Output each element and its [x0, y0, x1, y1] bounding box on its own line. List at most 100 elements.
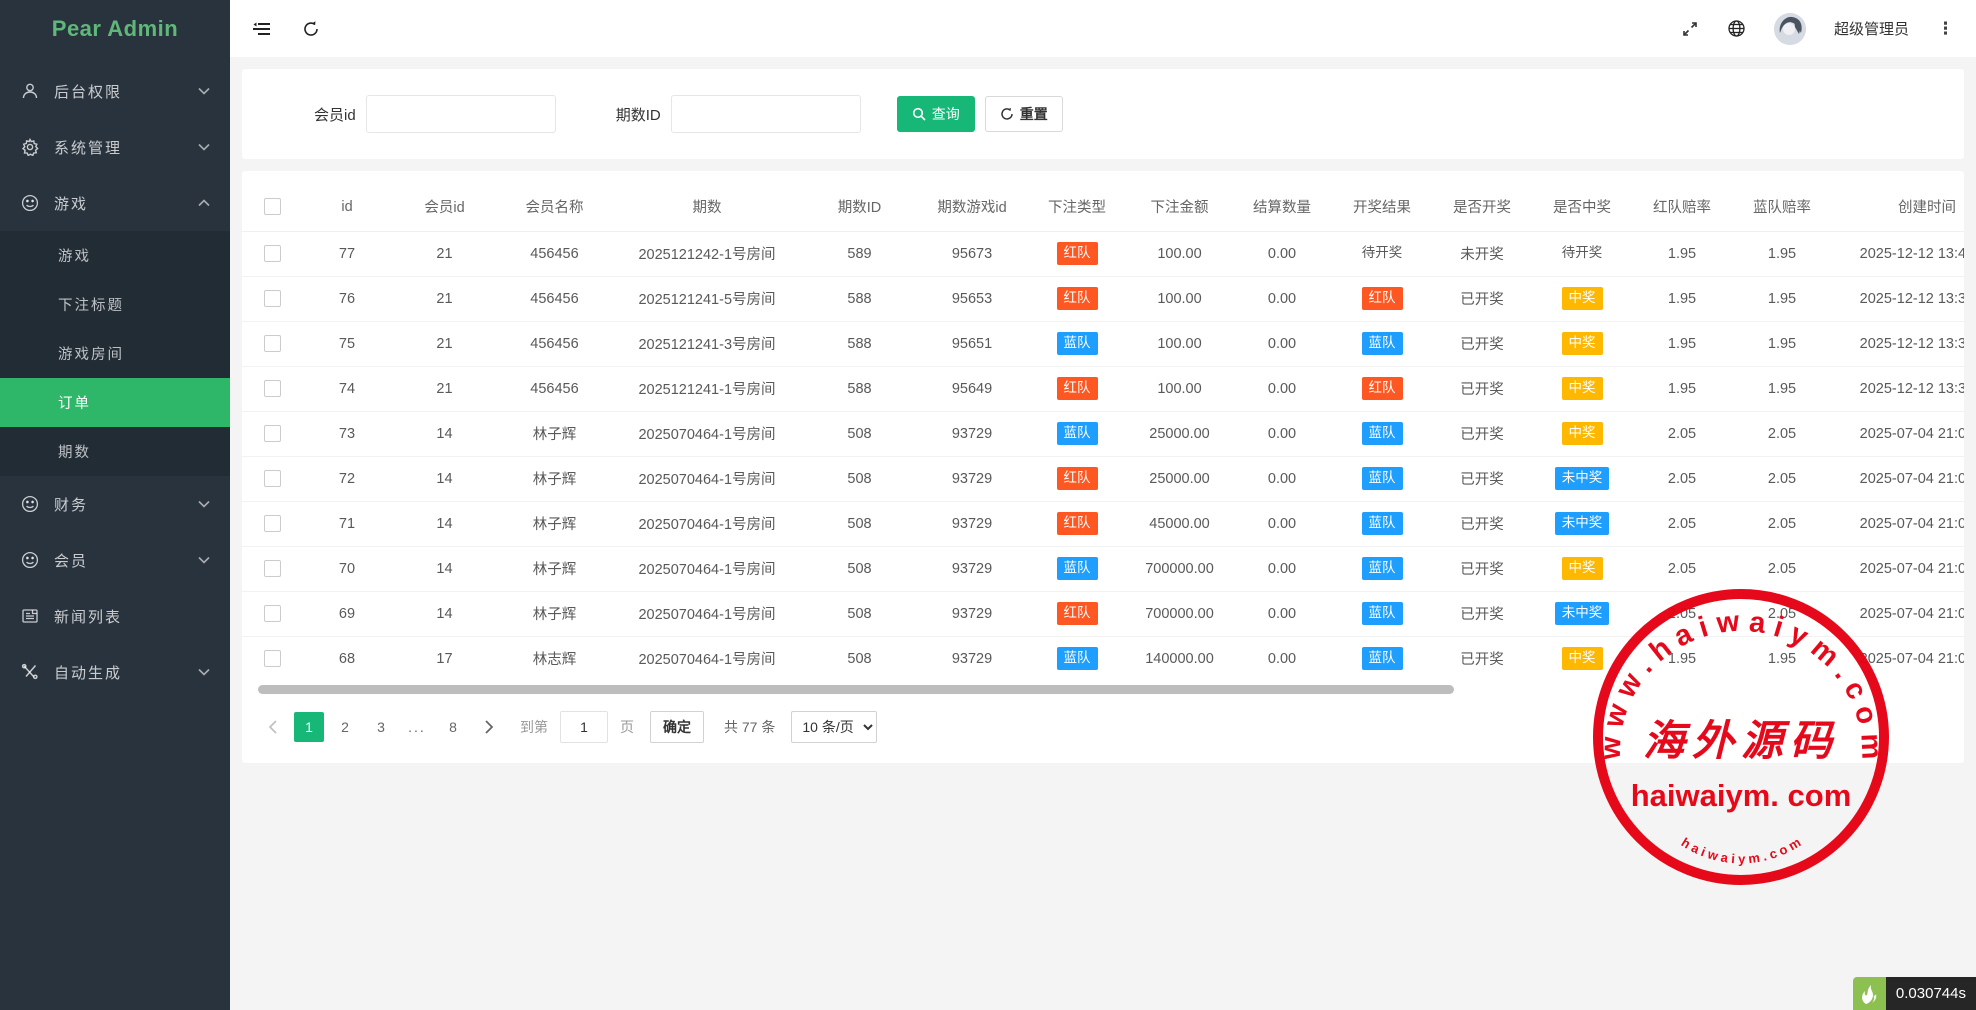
- cell-member-name: 456456: [497, 366, 612, 411]
- cell-period-game-id: 93729: [917, 636, 1027, 681]
- chevron-up-icon: [198, 199, 210, 207]
- cell-member-name: 林子辉: [497, 591, 612, 636]
- more-menu-icon[interactable]: ⋮: [1937, 20, 1954, 37]
- sidebar-item-6[interactable]: 自动生成: [0, 644, 230, 700]
- row-checkbox[interactable]: [264, 650, 281, 667]
- sidebar-subitem-0[interactable]: 游戏: [0, 231, 230, 280]
- language-globe-icon[interactable]: [1727, 19, 1746, 38]
- sidebar-item-0[interactable]: 后台权限: [0, 63, 230, 119]
- row-checkbox[interactable]: [264, 380, 281, 397]
- cell-settle-qty: 0.00: [1232, 411, 1332, 456]
- cell-bet-amount: 140000.00: [1127, 636, 1232, 681]
- win-status-badge: 中奖: [1562, 557, 1603, 580]
- select-all-checkbox[interactable]: [264, 198, 281, 215]
- refresh-icon[interactable]: [302, 20, 320, 38]
- cell-red-odds: 2.05: [1632, 591, 1732, 636]
- cell-id: 77: [302, 231, 392, 276]
- page-button-3[interactable]: 3: [366, 712, 396, 742]
- result-badge: 红队: [1362, 377, 1403, 400]
- cell-id: 73: [302, 411, 392, 456]
- horizontal-scrollbar-thumb[interactable]: [258, 685, 1454, 694]
- table-row: 6914林子辉2025070464-1号房间50893729红队700000.0…: [242, 591, 1964, 636]
- bet-type-badge: 红队: [1057, 287, 1098, 310]
- cell-member-id: 17: [392, 636, 497, 681]
- prev-page-button[interactable]: [258, 712, 288, 742]
- reset-button[interactable]: 重置: [985, 96, 1063, 132]
- row-checkbox[interactable]: [264, 290, 281, 307]
- cell-draw-status: 已开奖: [1432, 321, 1532, 366]
- app-logo: Pear Admin: [0, 0, 230, 57]
- win-status-badge: 中奖: [1562, 422, 1603, 445]
- cell-bet-amount: 25000.00: [1127, 456, 1232, 501]
- cell-created-at: 2025-12-12 13:31:08: [1832, 276, 1964, 321]
- sidebar-subitem-4[interactable]: 期数: [0, 427, 230, 476]
- column-header: 下注金额: [1127, 183, 1232, 231]
- win-status-badge: 中奖: [1562, 647, 1603, 670]
- result-badge: 蓝队: [1362, 557, 1403, 580]
- cell-period-game-id: 95649: [917, 366, 1027, 411]
- sidebar-item-5[interactable]: 新闻列表: [0, 588, 230, 644]
- fullscreen-icon[interactable]: [1681, 20, 1699, 38]
- column-header: 会员名称: [497, 183, 612, 231]
- row-checkbox[interactable]: [264, 560, 281, 577]
- win-status-badge: 中奖: [1562, 332, 1603, 355]
- sidebar-submenu: 游戏下注标题游戏房间订单期数: [0, 231, 230, 476]
- sidebar-item-1[interactable]: 系统管理: [0, 119, 230, 175]
- cell-bet-amount: 100.00: [1127, 366, 1232, 411]
- goto-page-input[interactable]: [560, 711, 608, 743]
- page-button-2[interactable]: 2: [330, 712, 360, 742]
- goto-page-label: 到第: [520, 717, 548, 737]
- cell-id: 74: [302, 366, 392, 411]
- chevron-down-icon: [198, 143, 210, 151]
- cell-bet-amount: 45000.00: [1127, 501, 1232, 546]
- cell-red-odds: 2.05: [1632, 546, 1732, 591]
- row-checkbox[interactable]: [264, 335, 281, 352]
- column-header: id: [302, 183, 392, 231]
- cell-member-name: 456456: [497, 321, 612, 366]
- member-id-input[interactable]: [366, 95, 556, 133]
- sidebar-item-3[interactable]: 财务: [0, 476, 230, 532]
- sidebar-subitem-3[interactable]: 订单: [0, 378, 230, 427]
- cell-member-name: 456456: [497, 276, 612, 321]
- cell-created-at: 2025-07-04 21:09:17: [1832, 456, 1964, 501]
- cell-blue-odds: 2.05: [1732, 501, 1832, 546]
- row-checkbox[interactable]: [264, 605, 281, 622]
- sidebar-item-4[interactable]: 会员: [0, 532, 230, 588]
- win-status-badge: 未中奖: [1555, 467, 1610, 490]
- cell-member-name: 456456: [497, 231, 612, 276]
- next-page-button[interactable]: [474, 712, 504, 742]
- row-checkbox[interactable]: [264, 470, 281, 487]
- sidebar-subitem-2[interactable]: 游戏房间: [0, 329, 230, 378]
- cell-period: 2025070464-1号房间: [612, 411, 802, 456]
- cell-member-id: 14: [392, 591, 497, 636]
- page-size-select[interactable]: 10 条/页: [791, 711, 877, 743]
- row-checkbox[interactable]: [264, 245, 281, 262]
- cell-settle-qty: 0.00: [1232, 321, 1332, 366]
- sidebar-item-2[interactable]: 游戏: [0, 175, 230, 231]
- row-checkbox[interactable]: [264, 425, 281, 442]
- reset-refresh-icon: [1000, 107, 1014, 121]
- win-status-badge: 未中奖: [1555, 602, 1610, 625]
- cell-red-odds: 2.05: [1632, 501, 1732, 546]
- table-row: 74214564562025121241-1号房间58895649红队100.0…: [242, 366, 1964, 411]
- cell-blue-odds: 1.95: [1732, 321, 1832, 366]
- cell-bet-amount: 100.00: [1127, 321, 1232, 366]
- cell-id: 76: [302, 276, 392, 321]
- collapse-menu-icon[interactable]: [252, 21, 272, 37]
- page-button-1[interactable]: 1: [294, 712, 324, 742]
- page-button-8[interactable]: 8: [438, 712, 468, 742]
- row-checkbox[interactable]: [264, 515, 281, 532]
- sidebar-subitem-1[interactable]: 下注标题: [0, 280, 230, 329]
- cell-id: 75: [302, 321, 392, 366]
- cell-period-game-id: 93729: [917, 411, 1027, 456]
- goto-confirm-button[interactable]: 确定: [650, 711, 704, 743]
- table-row: 7014林子辉2025070464-1号房间50893729蓝队700000.0…: [242, 546, 1964, 591]
- query-button[interactable]: 查询: [897, 96, 975, 132]
- cell-blue-odds: 2.05: [1732, 456, 1832, 501]
- user-avatar[interactable]: [1774, 13, 1806, 45]
- cell-red-odds: 1.95: [1632, 366, 1732, 411]
- period-id-input[interactable]: [671, 95, 861, 133]
- page-number-group: 123...8: [294, 712, 468, 742]
- current-user-name[interactable]: 超级管理员: [1834, 18, 1909, 39]
- cell-created-at: 2025-07-04 21:08:50: [1832, 546, 1964, 591]
